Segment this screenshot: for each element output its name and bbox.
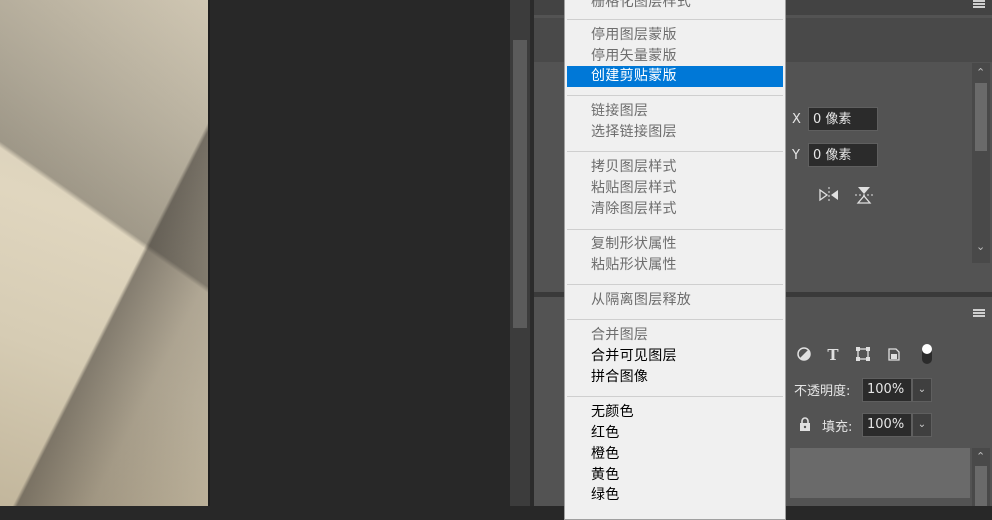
menu-item-create-clipping-mask[interactable]: 创建剪贴蒙版 bbox=[567, 66, 783, 87]
menu-item-copy-shape-attributes[interactable]: 复制形状属性 bbox=[567, 234, 783, 255]
x-position-field[interactable]: 0 像素 bbox=[808, 107, 878, 131]
menu-item-copy-layer-style[interactable]: 拷贝图层样式 bbox=[567, 157, 783, 178]
menu-item-merge-layers[interactable]: 合并图层 bbox=[567, 325, 783, 346]
menu-separator bbox=[567, 229, 783, 230]
menu-item-release-from-isolation[interactable]: 从隔离图层释放 bbox=[567, 290, 783, 311]
panel-menu-icon[interactable] bbox=[973, 0, 985, 8]
fill-field[interactable]: 100% bbox=[862, 413, 912, 437]
menu-separator bbox=[567, 151, 783, 152]
properties-scrollbar[interactable] bbox=[972, 63, 990, 263]
transform-box-icon[interactable] bbox=[854, 346, 872, 364]
menu-item-flatten-image[interactable]: 拼合图像 bbox=[567, 367, 783, 388]
menu-item-red[interactable]: 红色 bbox=[567, 423, 783, 444]
flip-vertical-icon[interactable] bbox=[853, 185, 875, 205]
y-label: Y bbox=[792, 148, 800, 163]
menu-item-disable-layer-mask[interactable]: 停用图层蒙版 bbox=[567, 25, 783, 46]
x-label: X bbox=[792, 112, 801, 127]
layer-row-selected[interactable] bbox=[790, 448, 970, 498]
menu-item-no-color[interactable]: 无颜色 bbox=[567, 402, 783, 423]
menu-separator bbox=[567, 95, 783, 96]
opacity-field[interactable]: 100% bbox=[862, 378, 912, 402]
menu-separator bbox=[567, 284, 783, 285]
adjustment-circle-icon[interactable] bbox=[795, 346, 813, 364]
document-canvas-image[interactable] bbox=[0, 0, 208, 506]
layer-context-menu: 栅格化图层样式 停用图层蒙版 停用矢量蒙版 创建剪贴蒙版 链接图层 选择链接图层… bbox=[564, 0, 786, 520]
menu-item-paste-shape-attributes[interactable]: 粘贴形状属性 bbox=[567, 255, 783, 276]
opacity-dropdown-icon[interactable]: ⌄ bbox=[912, 378, 932, 402]
smart-object-icon[interactable] bbox=[885, 346, 903, 364]
menu-item-green[interactable]: 绿色 bbox=[567, 485, 783, 506]
menu-separator bbox=[567, 319, 783, 320]
opacity-label: 不透明度: bbox=[794, 384, 851, 399]
document-scroll-thumb[interactable] bbox=[513, 40, 527, 328]
type-icon[interactable]: T bbox=[824, 346, 842, 364]
menu-item-yellow[interactable]: 黄色 bbox=[567, 465, 783, 486]
document-pasteboard[interactable] bbox=[210, 0, 510, 506]
properties-scroll-thumb[interactable] bbox=[975, 83, 987, 151]
scroll-down-icon[interactable]: ⌄ bbox=[976, 240, 985, 253]
menu-item-rasterize-layer-style[interactable]: 栅格化图层样式 bbox=[567, 0, 783, 13]
menu-separator bbox=[567, 396, 783, 397]
layers-scroll-up-icon[interactable]: ⌃ bbox=[976, 450, 985, 463]
menu-item-paste-layer-style[interactable]: 粘贴图层样式 bbox=[567, 178, 783, 199]
toggle-icon[interactable] bbox=[918, 342, 936, 364]
menu-item-orange[interactable]: 橙色 bbox=[567, 444, 783, 465]
y-position-field[interactable]: 0 像素 bbox=[808, 143, 878, 167]
menu-item-link-layers[interactable]: 链接图层 bbox=[567, 101, 783, 122]
menu-separator bbox=[567, 19, 783, 20]
menu-item-disable-vector-mask[interactable]: 停用矢量蒙版 bbox=[567, 46, 783, 67]
scroll-up-icon[interactable]: ⌃ bbox=[976, 66, 985, 79]
layers-scroll-thumb[interactable] bbox=[975, 466, 987, 506]
flip-horizontal-icon[interactable] bbox=[818, 185, 840, 205]
lock-icon[interactable] bbox=[796, 416, 814, 434]
fill-dropdown-icon[interactable]: ⌄ bbox=[912, 413, 932, 437]
menu-item-clear-layer-style[interactable]: 清除图层样式 bbox=[567, 199, 783, 220]
menu-item-merge-visible[interactable]: 合并可见图层 bbox=[567, 346, 783, 367]
menu-item-select-linked-layers[interactable]: 选择链接图层 bbox=[567, 122, 783, 143]
fill-label: 填充: bbox=[822, 420, 853, 435]
layers-panel-menu-icon[interactable] bbox=[973, 309, 985, 317]
